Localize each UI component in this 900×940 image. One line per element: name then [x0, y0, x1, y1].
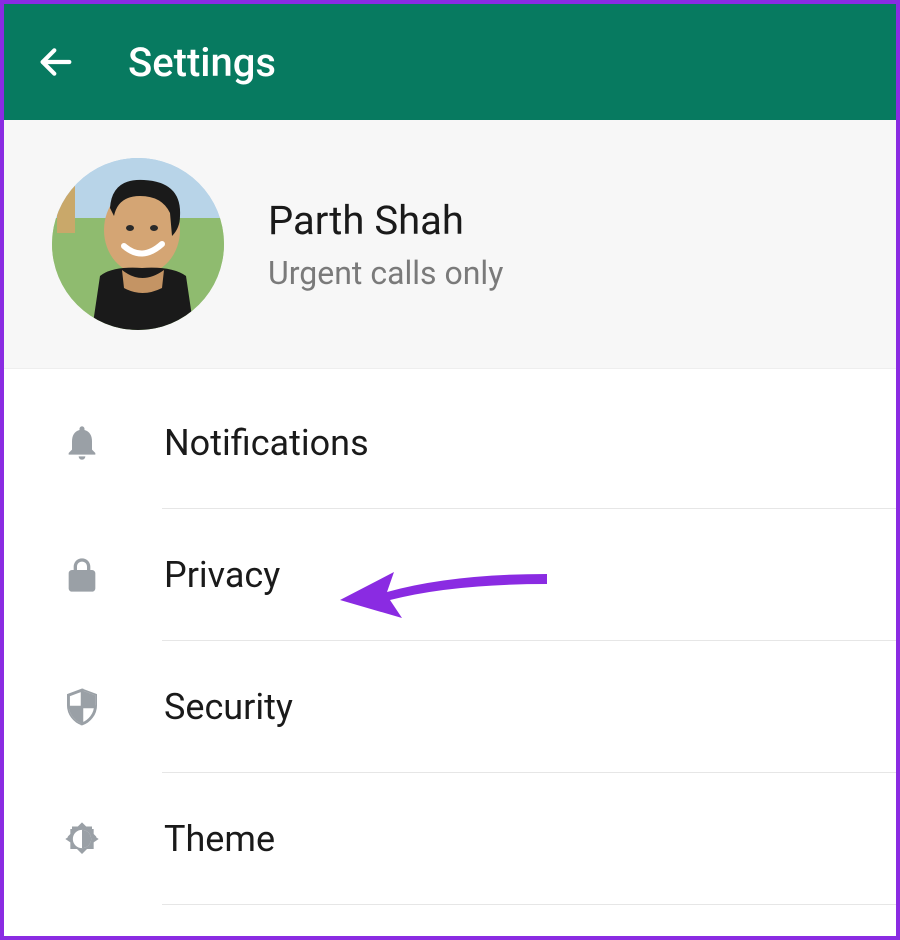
menu-item-label: Theme	[164, 818, 840, 860]
menu-item-label: Privacy	[164, 554, 840, 596]
profile-name: Parth Shah	[268, 197, 503, 244]
menu-item-label: Security	[164, 686, 840, 728]
profile-text: Parth Shah Urgent calls only	[268, 197, 503, 292]
page-title: Settings	[128, 39, 276, 86]
divider	[162, 904, 896, 905]
menu-item-theme[interactable]: Theme	[4, 773, 896, 905]
brightness-icon	[60, 817, 104, 861]
avatar[interactable]	[52, 158, 224, 330]
settings-menu: Notifications Privacy Security	[4, 369, 896, 905]
menu-item-label: Notifications	[164, 422, 840, 464]
menu-item-security[interactable]: Security	[4, 641, 896, 773]
menu-item-privacy[interactable]: Privacy	[4, 509, 896, 641]
settings-header: Settings	[4, 4, 896, 120]
menu-item-notifications[interactable]: Notifications	[4, 377, 896, 509]
back-button[interactable]	[32, 38, 80, 86]
profile-status: Urgent calls only	[268, 254, 503, 292]
profile-section[interactable]: Parth Shah Urgent calls only	[4, 120, 896, 369]
arrow-left-icon	[36, 42, 76, 82]
lock-icon	[60, 553, 104, 597]
avatar-image	[52, 158, 224, 330]
shield-icon	[60, 685, 104, 729]
bell-icon	[60, 421, 104, 465]
